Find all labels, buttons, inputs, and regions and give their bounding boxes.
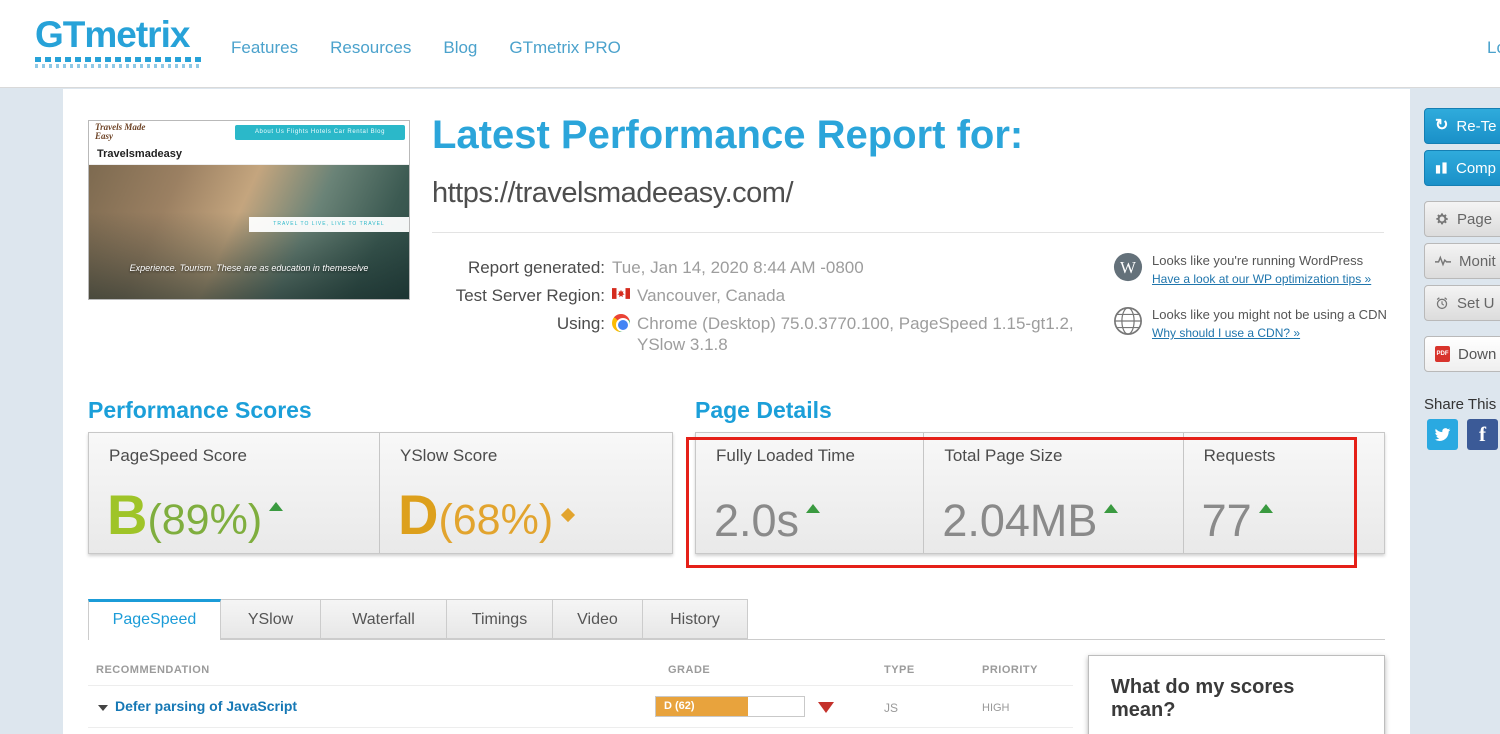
using-value: Chrome (Desktop) 75.0.3770.100, PageSpee… bbox=[637, 314, 1074, 354]
cdn-notice: Looks like you might not be using a CDN … bbox=[1113, 306, 1413, 342]
tab-waterfall[interactable]: Waterfall bbox=[321, 599, 447, 639]
trend-flat-icon bbox=[561, 507, 576, 523]
meta-row-generated: Report generated: Tue, Jan 14, 2020 8:44… bbox=[432, 257, 864, 278]
chrome-icon bbox=[612, 314, 630, 332]
divider bbox=[432, 232, 1384, 233]
table-header-line bbox=[88, 685, 1073, 686]
share-this-label: Share This bbox=[1424, 396, 1497, 413]
report-url: https://travelsmadeeasy.com/ bbox=[432, 177, 794, 209]
facebook-share-button[interactable]: f bbox=[1467, 419, 1498, 450]
pagespeed-percent: (89%) bbox=[147, 496, 263, 544]
tab-yslow[interactable]: YSlow bbox=[221, 599, 321, 639]
yslow-score-cell: YSlow Score D (68%) bbox=[380, 433, 672, 553]
gtmetrix-logo[interactable]: GTmetrix bbox=[35, 14, 201, 68]
row-expander-icon[interactable] bbox=[98, 705, 108, 711]
thumb-hero-photo: TRAVEL TO LIVE, LIVE TO TRAVEL Experienc… bbox=[89, 165, 409, 299]
thumb-tagline: TRAVEL TO LIVE, LIVE TO TRAVEL bbox=[249, 217, 409, 232]
thumb-site-name: Travelsmadeasy bbox=[89, 143, 409, 165]
set-up-alert-button[interactable]: Set U bbox=[1424, 285, 1500, 321]
row-type: JS bbox=[884, 701, 899, 715]
col-priority: PRIORITY bbox=[982, 664, 1038, 676]
twitter-share-button[interactable] bbox=[1427, 419, 1458, 450]
generated-label: Report generated: bbox=[467, 258, 605, 277]
pulse-icon bbox=[1435, 255, 1451, 267]
row-priority: HIGH bbox=[982, 702, 1010, 714]
main-nav: Features Resources Blog GTmetrix PRO bbox=[231, 38, 621, 58]
thumb-caption: Experience. Tourism. These are as educat… bbox=[129, 263, 369, 273]
grade-bar-fill: D (62) bbox=[656, 697, 748, 716]
scores-info-title: What do my scores mean? bbox=[1111, 676, 1295, 721]
svg-text:W: W bbox=[1120, 258, 1136, 277]
site-screenshot-thumbnail: Travels Made Easy About Us Flights Hotels… bbox=[88, 120, 410, 300]
performance-scores-panel: PageSpeed Score B (89%) YSlow Score D (6… bbox=[88, 432, 673, 554]
grade-bar: D (62) bbox=[655, 696, 805, 717]
meta-row-using: Using: Chrome (Desktop) 75.0.3770.100, P… bbox=[432, 313, 1074, 355]
twitter-bird-icon bbox=[1434, 428, 1451, 441]
annotation-highlight-box bbox=[686, 437, 1357, 568]
pagespeed-grade: B bbox=[107, 483, 148, 546]
logo-waveform-icon bbox=[35, 57, 201, 68]
compare-icon bbox=[1435, 162, 1447, 174]
alarm-icon bbox=[1436, 297, 1448, 310]
page-settings-button[interactable]: Page bbox=[1424, 201, 1500, 237]
login-link[interactable]: Lo bbox=[1487, 38, 1500, 58]
using-label: Using: bbox=[556, 314, 605, 333]
wordpress-notice: W Looks like you're running WordPress Ha… bbox=[1113, 252, 1413, 288]
tab-pagespeed[interactable]: PageSpeed bbox=[88, 599, 221, 640]
cdn-info-link[interactable]: Why should I use a CDN? » bbox=[1152, 325, 1387, 342]
col-type: TYPE bbox=[884, 664, 915, 676]
meta-row-region: Test Server Region: Vancouver, Canada bbox=[432, 285, 785, 306]
logo-text: GTmetrix bbox=[35, 14, 190, 55]
pdf-icon: PDF bbox=[1435, 346, 1450, 362]
trend-down-icon bbox=[818, 702, 834, 713]
facebook-f-icon: f bbox=[1479, 422, 1486, 446]
yslow-percent: (68%) bbox=[438, 496, 554, 544]
yslow-score-label: YSlow Score bbox=[400, 446, 498, 465]
performance-scores-heading: Performance Scores bbox=[88, 397, 312, 423]
report-card: Travels Made Easy About Us Flights Hotels… bbox=[63, 89, 1410, 734]
gear-icon bbox=[1436, 213, 1448, 225]
col-recommendation: RECOMMENDATION bbox=[96, 664, 210, 676]
thumb-site-nav: About Us Flights Hotels Car Rental Blog bbox=[235, 125, 405, 140]
tab-timings[interactable]: Timings bbox=[447, 599, 553, 639]
scores-info-box: What do my scores mean? Rules are sorted… bbox=[1088, 655, 1385, 734]
region-label: Test Server Region: bbox=[455, 286, 605, 305]
nav-features[interactable]: Features bbox=[231, 38, 298, 58]
pagespeed-score-label: PageSpeed Score bbox=[109, 446, 247, 465]
wordpress-icon: W bbox=[1113, 252, 1143, 282]
thumb-site-logo: Travels Made Easy bbox=[95, 122, 146, 141]
nav-gtmetrix-pro[interactable]: GTmetrix PRO bbox=[509, 38, 620, 58]
generated-value: Tue, Jan 14, 2020 8:44 AM -0800 bbox=[612, 258, 864, 277]
gtmetrix-report-page: GTmetrix Features Resources Blog GTmetri… bbox=[0, 0, 1500, 734]
page-title: Latest Performance Report for: bbox=[432, 113, 1024, 157]
wordpress-notice-text: Looks like you're running WordPress bbox=[1152, 253, 1364, 268]
page-details-heading: Page Details bbox=[695, 397, 832, 423]
download-pdf-button[interactable]: PDF Down bbox=[1424, 336, 1500, 372]
col-grade: GRADE bbox=[668, 664, 711, 676]
yslow-grade: D bbox=[398, 483, 439, 546]
cdn-notice-text: Looks like you might not be using a CDN bbox=[1152, 307, 1387, 322]
trend-up-icon bbox=[269, 502, 284, 511]
pagespeed-score-cell: PageSpeed Score B (89%) bbox=[89, 433, 380, 553]
monitor-button[interactable]: Monit bbox=[1424, 243, 1500, 279]
nav-blog[interactable]: Blog bbox=[443, 38, 477, 58]
compare-button[interactable]: Comp bbox=[1424, 150, 1500, 186]
table-row: Defer parsing of JavaScript D (62) JS HI… bbox=[88, 690, 1073, 728]
refresh-icon: ↻ bbox=[1435, 117, 1449, 134]
tab-video[interactable]: Video bbox=[553, 599, 643, 639]
nav-resources[interactable]: Resources bbox=[330, 38, 411, 58]
region-value: Vancouver, Canada bbox=[637, 286, 786, 305]
canada-flag-icon bbox=[612, 288, 630, 299]
header: GTmetrix Features Resources Blog GTmetri… bbox=[0, 0, 1500, 88]
globe-icon bbox=[1114, 307, 1142, 335]
recommendation-link[interactable]: Defer parsing of JavaScript bbox=[115, 698, 297, 714]
tab-history[interactable]: History bbox=[643, 599, 748, 639]
report-tabs: PageSpeed YSlow Waterfall Timings Video … bbox=[88, 599, 748, 640]
wp-optimization-link[interactable]: Have a look at our WP optimization tips … bbox=[1152, 271, 1371, 288]
retest-button[interactable]: ↻ Re-Te bbox=[1424, 108, 1500, 144]
